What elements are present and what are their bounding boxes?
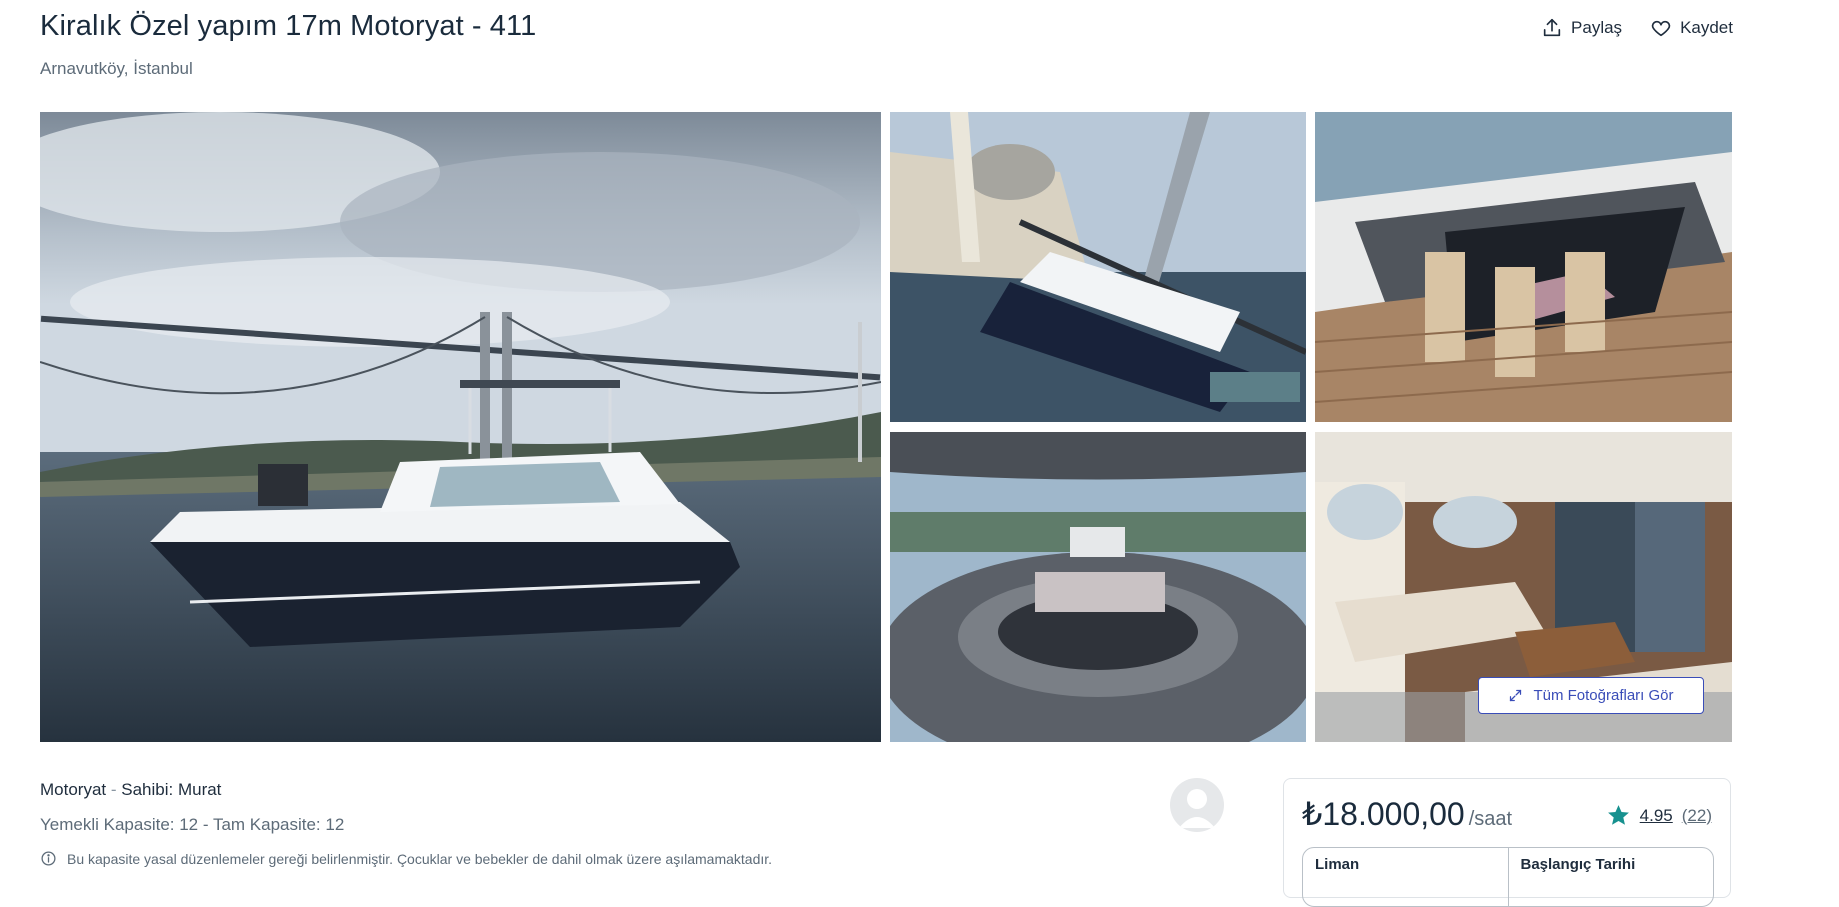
share-icon: [1543, 18, 1561, 37]
start-date-field[interactable]: Başlangıç Tarihi: [1507, 848, 1714, 906]
rating-value[interactable]: 4.95: [1640, 806, 1673, 826]
photo-gallery: [40, 112, 1732, 742]
star-icon: [1607, 805, 1629, 825]
main-yacht-photo[interactable]: [40, 112, 881, 742]
booking-card: ₺18.000,00/saat 4.95 (22) Liman Başlangı…: [1283, 778, 1731, 907]
yacht-mosque-photo[interactable]: [890, 112, 1306, 422]
price-unit: /saat: [1468, 808, 1513, 830]
capacity-notice: Bu kapasite yasal düzenlemeler gereği be…: [40, 850, 772, 867]
deck-dining-photo[interactable]: [1315, 112, 1732, 422]
expand-icon: [1510, 689, 1522, 702]
listing-location: Arnavutköy, İstanbul: [40, 59, 193, 78]
rating: 4.95 (22): [1606, 803, 1712, 828]
share-label: Paylaş: [1571, 18, 1623, 37]
listing-actions: Paylaş Kaydet: [1541, 17, 1733, 39]
capacity-info: Yemekli Kapasite: 12 - Tam Kapasite: 12: [40, 815, 345, 834]
owner-avatar[interactable]: [1170, 778, 1224, 832]
booking-fields: Liman Başlangıç Tarihi: [1302, 847, 1714, 907]
review-count[interactable]: (22): [1682, 806, 1712, 826]
flybridge-photo[interactable]: [890, 432, 1306, 742]
port-field[interactable]: Liman: [1303, 848, 1508, 906]
price-value: ₺18.000,00/saat: [1302, 795, 1512, 833]
save-label: Kaydet: [1680, 18, 1733, 37]
heart-icon: [1651, 20, 1671, 37]
share-button[interactable]: Paylaş: [1541, 17, 1622, 39]
all-photos-button[interactable]: Tüm Fotoğrafları Gör: [1478, 677, 1704, 714]
price-amount: ₺18.000,00: [1302, 796, 1465, 832]
vessel-type: Motoryat: [40, 780, 107, 799]
save-button[interactable]: Kaydet: [1650, 17, 1733, 39]
listing-title: Kiralık Özel yapım 17m Motoryat - 411: [40, 10, 537, 42]
type-owner-line: Motoryat - Sahibi: Murat: [40, 780, 222, 799]
all-photos-label: Tüm Fotoğrafları Gör: [1533, 687, 1674, 704]
notice-text: Bu kapasite yasal düzenlemeler gereği be…: [67, 850, 773, 867]
info-icon: [41, 851, 56, 866]
owner-name: Sahibi: Murat: [121, 780, 222, 799]
